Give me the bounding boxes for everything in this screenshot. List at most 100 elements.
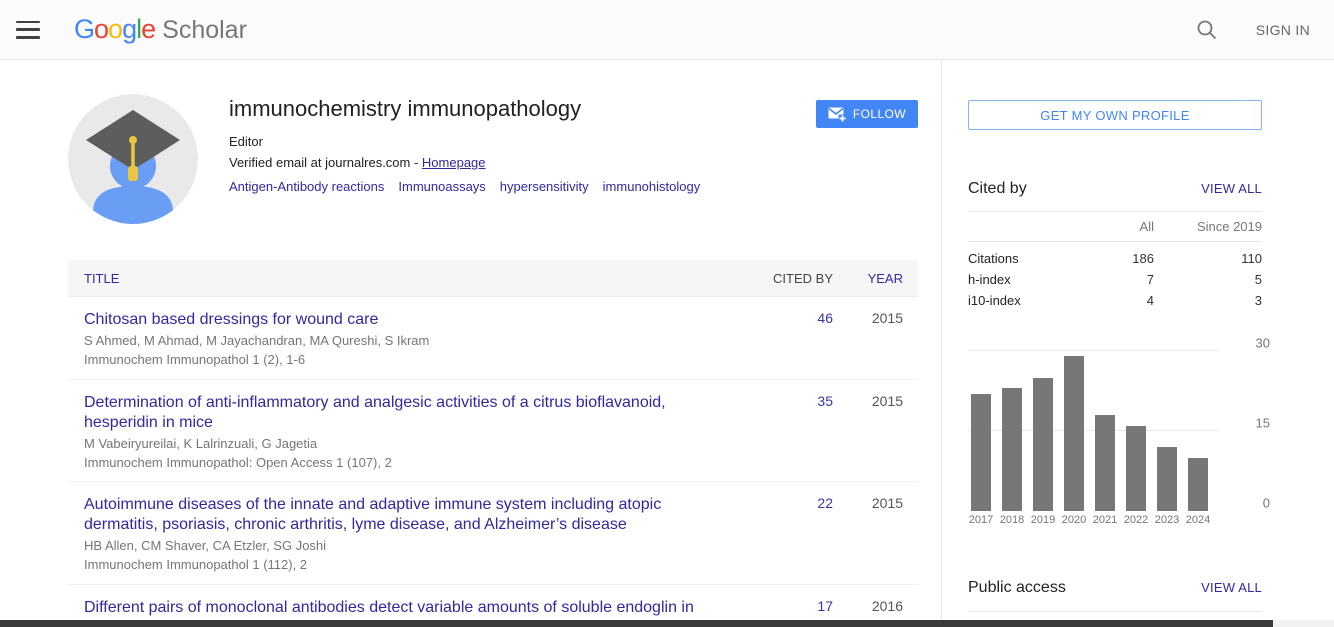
google-scholar-logo[interactable]: Google Scholar [74, 14, 247, 45]
stats-row: Citations 186 110 [968, 248, 1262, 269]
google-logo-letter: o [108, 14, 123, 44]
search-icon[interactable] [1196, 19, 1218, 41]
chart-x-tick-label: 2019 [1030, 514, 1056, 526]
profile-affiliation: Editor [229, 134, 263, 149]
article-venue: Immunochem Immunopathol: Open Access 1 (… [84, 454, 392, 470]
stats-col-all: All [1139, 219, 1154, 234]
article-row: Determination of anti-inflammatory and a… [68, 380, 918, 482]
scholar-logo-text: Scholar [162, 16, 247, 44]
stats-label: h-index [968, 272, 1011, 287]
chart-x-tick-label: 2017 [968, 514, 994, 526]
sidebar: GET MY OWN PROFILE Cited by VIEW ALL All… [941, 60, 1334, 627]
public-access-heading: Public access [968, 579, 1066, 596]
chart-bar[interactable] [1033, 377, 1053, 511]
chart-bar-column: 2020 [1062, 351, 1086, 526]
stats-label: i10-index [968, 293, 1021, 308]
google-logo-text: Google [74, 14, 156, 45]
chart-y-tick-label: 15 [1255, 415, 1270, 431]
chart-bar-column: 2018 [1000, 351, 1024, 526]
chart-x-tick-label: 2023 [1154, 514, 1180, 526]
follow-button[interactable]: FOLLOW [815, 100, 918, 128]
hamburger-menu-icon[interactable] [16, 20, 40, 39]
public-access-view-all-link[interactable]: VIEW ALL [1201, 580, 1262, 595]
article-venue: Immunochem Immunopathol 1 (2), 1-6 [84, 352, 306, 368]
public-access-divider [968, 611, 1262, 612]
sign-in-button[interactable]: SIGN IN [1256, 22, 1310, 38]
google-logo-letter: o [94, 14, 109, 44]
chart-bar[interactable] [1157, 447, 1177, 511]
article-title-link[interactable]: Chitosan based dressings for wound care [84, 310, 378, 330]
interest-link[interactable]: Immunoassays [398, 179, 485, 194]
article-venue: Immunochem Immunopathol 1 (112), 2 [84, 557, 308, 573]
stats-value-since: 3 [1254, 293, 1262, 308]
article-title-link[interactable]: Determination of anti-inflammatory and a… [84, 393, 728, 433]
article-year: 2015 [871, 495, 903, 511]
profile-name: immunochemistry immunopathology [229, 96, 582, 121]
cited-by-heading: Cited by [968, 180, 1027, 197]
stats-label: Citations [968, 251, 1019, 266]
stats-row: h-index 7 5 [968, 269, 1262, 290]
article-cited-by-count[interactable]: 22 [758, 495, 833, 574]
profile-interests: Antigen-Antibody reactions Immunoassays hy… [229, 179, 816, 194]
articles-table-header: TITLE CITED BY YEAR [68, 260, 918, 297]
article-authors: HB Allen, CM Shaver, CA Etzler, SG Joshi [84, 538, 327, 553]
interest-link[interactable]: Antigen-Antibody reactions [229, 179, 384, 194]
cited-by-header: CITED BY [773, 270, 833, 286]
stats-column-headers: All Since 2019 [968, 211, 1262, 242]
article-year: 2015 [871, 310, 903, 326]
chart-bar[interactable] [1064, 356, 1084, 511]
citations-per-year-chart: 0 15 30 2017 2018 2019 2020 2021 2022 2023 2024 [968, 336, 1270, 543]
google-logo-letter: G [74, 14, 95, 44]
article-authors: S Ahmed, M Ahmad, M Jayachandran, MA Qur… [84, 333, 430, 348]
get-my-own-profile-button[interactable]: GET MY OWN PROFILE [968, 100, 1262, 130]
verified-email-text: Verified email at journalres.com - [229, 155, 422, 170]
chart-x-tick-label: 2021 [1092, 514, 1118, 526]
stats-value-all: 4 [1146, 293, 1154, 308]
chart-bar-column: 2022 [1124, 351, 1148, 526]
top-bar: Google Scholar SIGN IN [0, 0, 1334, 60]
follow-envelope-icon [828, 107, 846, 122]
article-row: Chitosan based dressings for wound care S… [68, 297, 918, 380]
profile-avatar [68, 94, 198, 224]
articles-table: TITLE CITED BY YEAR Chitosan based dress… [68, 260, 918, 627]
chart-x-tick-label: 2020 [1061, 514, 1087, 526]
article-authors: M Vabeiryureilai, K Lalrinzuali, G Jaget… [84, 435, 318, 451]
stats-row: i10-index 4 3 [968, 290, 1262, 311]
interest-link[interactable]: immunohistology [603, 179, 701, 194]
article-row: Autoimmune diseases of the innate and ad… [68, 482, 918, 585]
article-cited-by-count[interactable]: 46 [758, 310, 833, 369]
article-title-link[interactable]: Autoimmune diseases of the innate and ad… [84, 495, 728, 535]
chart-bar[interactable] [1188, 457, 1208, 511]
profile-verified-email: Verified email at journalres.com - Homep… [229, 155, 816, 170]
chart-bar-column: 2024 [1186, 351, 1210, 526]
cited-by-section: Cited by VIEW ALL All Since 2019 Citatio… [968, 180, 1270, 543]
article-cited-by-count[interactable]: 35 [758, 393, 833, 472]
cited-by-view-all-link[interactable]: VIEW ALL [1201, 181, 1262, 196]
stats-value-since: 110 [1241, 251, 1262, 266]
stats-col-since: Since 2019 [1196, 219, 1262, 234]
stats-value-all: 7 [1146, 272, 1154, 287]
stats-value-all: 186 [1132, 251, 1154, 266]
sort-by-title-header[interactable]: TITLE [84, 271, 758, 286]
chart-bar[interactable] [1126, 425, 1146, 511]
follow-button-label: FOLLOW [852, 107, 906, 121]
chart-x-tick-label: 2022 [1123, 514, 1149, 526]
horizontal-scrollbar-track[interactable] [0, 620, 1334, 627]
horizontal-scrollbar-thumb[interactable] [0, 620, 1273, 627]
interest-link[interactable]: hypersensitivity [500, 179, 589, 194]
chart-bar-column: 2021 [1093, 351, 1117, 526]
chart-bar[interactable] [1002, 388, 1022, 511]
chart-bar[interactable] [1095, 415, 1115, 511]
google-logo-letter: g [122, 14, 137, 44]
chart-x-tick-label: 2024 [1185, 514, 1211, 526]
article-year: 2015 [871, 392, 903, 409]
chart-bar-column: 2023 [1155, 351, 1179, 526]
sort-by-year-header[interactable]: YEAR [833, 271, 918, 286]
chart-x-tick-label: 2018 [999, 514, 1025, 526]
stats-value-since: 5 [1254, 272, 1262, 287]
chart-bar-column: 2017 [969, 351, 993, 526]
profile-main: immunochemistry immunopathology Editor V… [68, 60, 918, 627]
homepage-link[interactable]: Homepage [422, 155, 486, 170]
chart-y-tick-label: 30 [1255, 335, 1270, 351]
chart-bar[interactable] [971, 393, 991, 511]
